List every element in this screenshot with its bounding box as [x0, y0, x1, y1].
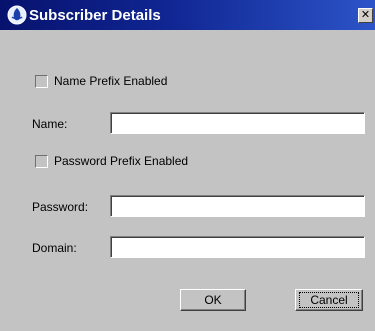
- password-prefix-label[interactable]: Password Prefix Enabled: [54, 154, 188, 168]
- ok-button[interactable]: OK: [180, 289, 246, 311]
- cancel-button-label: Cancel: [310, 292, 348, 307]
- password-input[interactable]: [110, 195, 365, 217]
- password-prefix-checkbox[interactable]: [35, 155, 48, 168]
- name-input[interactable]: [110, 112, 365, 134]
- dialog-title: Subscriber Details: [29, 7, 161, 24]
- domain-label: Domain:: [32, 241, 77, 255]
- globe-hand-icon: [7, 5, 27, 25]
- name-prefix-label[interactable]: Name Prefix Enabled: [54, 74, 167, 88]
- domain-input[interactable]: [110, 236, 365, 258]
- close-button[interactable]: ✕: [358, 8, 373, 23]
- subscriber-details-dialog: Subscriber Details ✕ Name Prefix Enabled…: [0, 0, 375, 331]
- close-icon: ✕: [360, 9, 371, 21]
- name-label: Name:: [32, 117, 68, 131]
- cancel-button[interactable]: Cancel: [295, 289, 363, 311]
- password-label: Password:: [32, 200, 89, 214]
- name-prefix-checkbox[interactable]: [35, 75, 48, 88]
- title-bar[interactable]: Subscriber Details ✕: [0, 0, 375, 30]
